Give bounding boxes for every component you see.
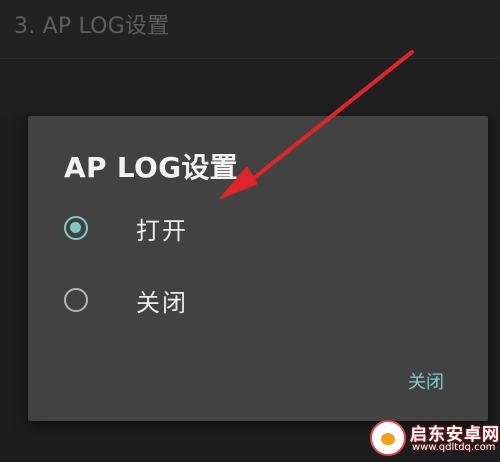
watermark-logo-icon (370, 420, 406, 456)
option-off[interactable]: 关闭 (64, 278, 444, 328)
settings-row (0, 59, 500, 117)
radio-unchecked-icon[interactable] (64, 288, 88, 312)
option-off-label: 关闭 (136, 289, 188, 317)
close-button[interactable]: 关闭 (408, 368, 444, 394)
watermark: 启东安卓网 www.qdltdq.com (370, 418, 499, 460)
radio-checked-icon[interactable] (64, 216, 88, 240)
ap-log-dialog: AP LOG设置 打开 关闭 关闭 (28, 116, 488, 421)
settings-title: 3. AP LOG设置 (14, 14, 170, 39)
screen: 3. AP LOG设置 AP LOG设置 打开 关闭 关闭 启东安卓网 www.… (0, 0, 500, 462)
option-on-label: 打开 (136, 217, 188, 245)
option-on[interactable]: 打开 (64, 206, 444, 256)
settings-header: 3. AP LOG设置 (0, 0, 500, 59)
dialog-title: AP LOG设置 (64, 151, 238, 184)
watermark-url: www.qdltdq.com (412, 442, 496, 453)
